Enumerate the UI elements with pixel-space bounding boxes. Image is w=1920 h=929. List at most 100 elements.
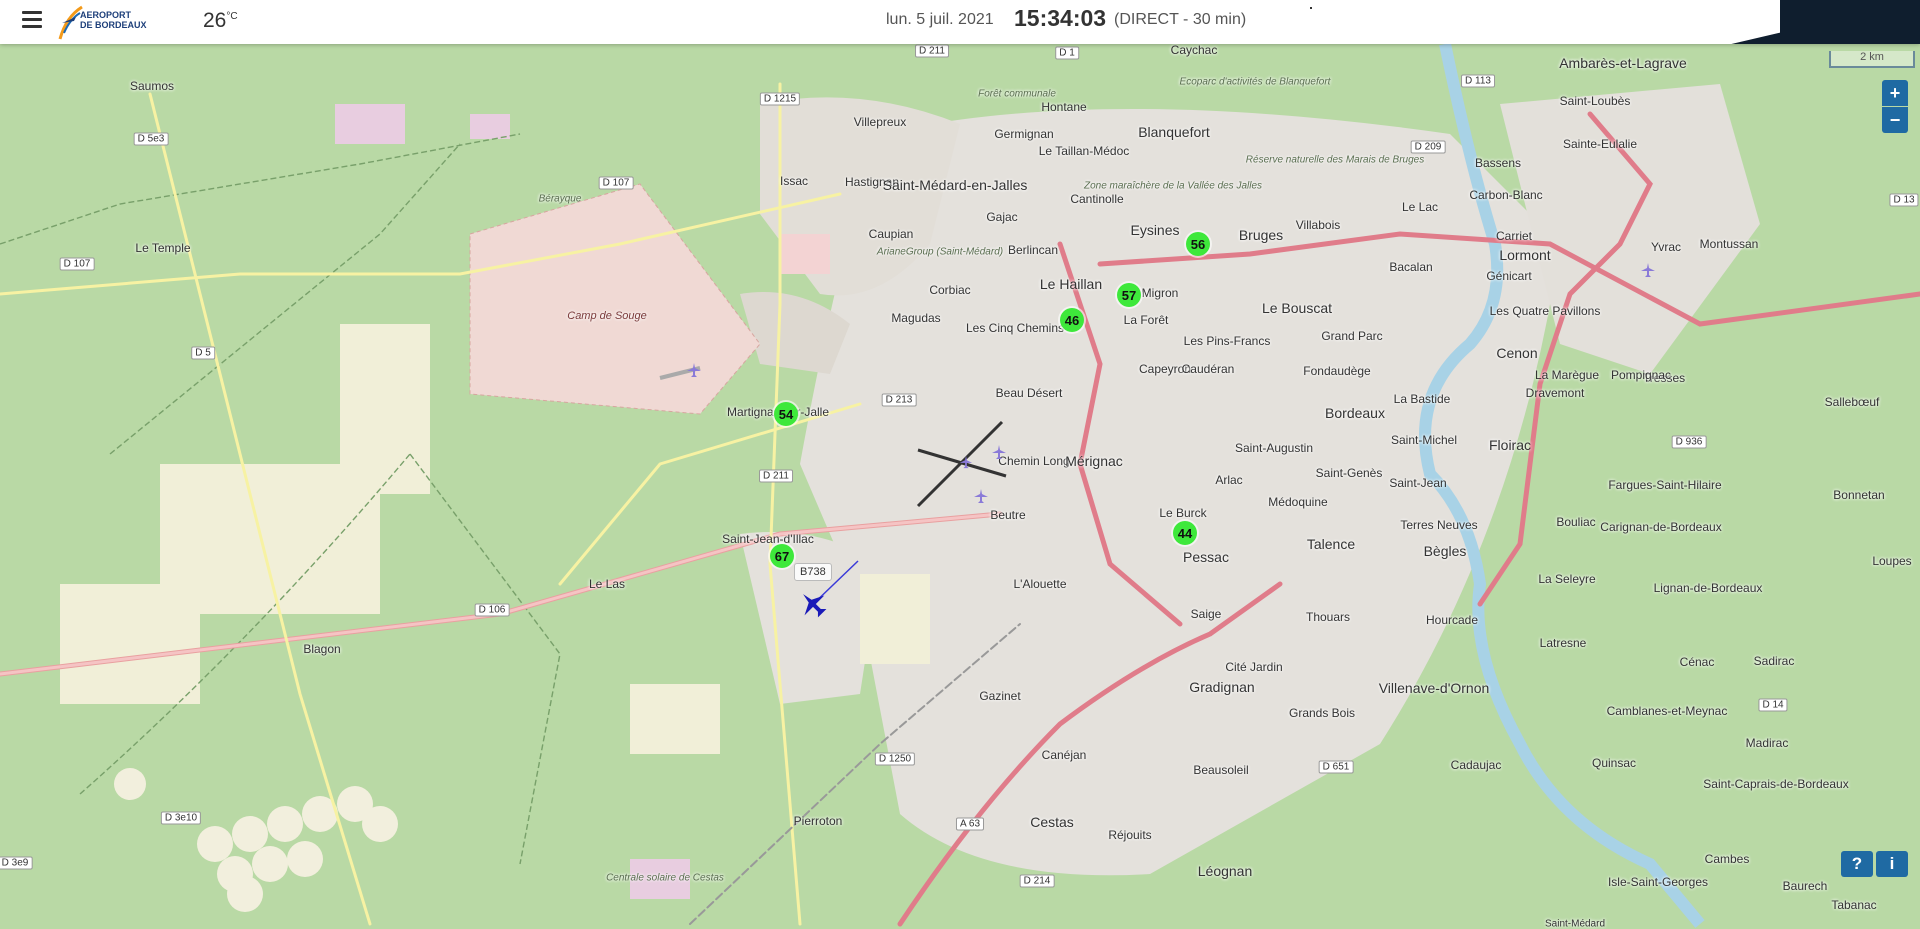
place-label: Pessac bbox=[1183, 549, 1229, 565]
place-label: Grands Bois bbox=[1288, 706, 1356, 720]
place-label: Saint-Jean bbox=[1389, 476, 1447, 490]
noise-marker[interactable]: 44 bbox=[1173, 521, 1197, 545]
help-button[interactable]: ? bbox=[1841, 851, 1873, 877]
place-label: Saumos bbox=[129, 79, 175, 93]
place-label: Montussan bbox=[1699, 237, 1759, 251]
place-label: Gazinet bbox=[979, 689, 1021, 703]
place-label: Tabanac bbox=[1831, 898, 1877, 912]
place-label: Caupian bbox=[868, 227, 914, 241]
place-label: Sainte-Eulalie bbox=[1562, 137, 1638, 151]
aircraft-icon[interactable] bbox=[798, 589, 828, 619]
place-label: Villenave-d'Ornon bbox=[1378, 680, 1490, 696]
place-label: Thouars bbox=[1305, 610, 1351, 624]
noise-marker[interactable]: 56 bbox=[1186, 232, 1210, 256]
road-shield: D 3e10 bbox=[160, 811, 202, 825]
place-label: Sadirac bbox=[1753, 654, 1795, 668]
decorative-dot bbox=[1310, 7, 1312, 9]
place-label: Talence bbox=[1306, 536, 1356, 552]
map-annotation: ArianeGroup (Saint-Médard) bbox=[876, 246, 1004, 258]
place-label: Fondaudège bbox=[1303, 364, 1371, 378]
road-shield: D 1 bbox=[1055, 46, 1079, 60]
place-label: Les Cinq Chemins bbox=[965, 321, 1065, 335]
road-shield: D 14 bbox=[1758, 698, 1788, 712]
place-label: Bruges bbox=[1238, 227, 1284, 243]
place-label: Cenon bbox=[1496, 345, 1538, 361]
place-label: Saint-Jean-d'Illac bbox=[722, 532, 814, 546]
flight-label[interactable]: B738 bbox=[794, 563, 832, 581]
place-label: Blanquefort bbox=[1138, 124, 1210, 140]
road-shield: D 936 bbox=[1671, 435, 1707, 449]
place-label: Bègles bbox=[1423, 543, 1467, 559]
place-label: Saige bbox=[1190, 607, 1222, 621]
place-label: Le Temple bbox=[135, 241, 191, 255]
info-button[interactable]: i bbox=[1876, 851, 1908, 877]
logo-line-2: DE BORDEAUX bbox=[80, 20, 147, 30]
airfield-icon bbox=[687, 363, 701, 377]
logo-line-1: AEROPORT bbox=[80, 10, 132, 20]
zoom-in-button[interactable]: + bbox=[1882, 80, 1908, 106]
place-label: Germignan bbox=[994, 127, 1054, 141]
place-label: Dravemont bbox=[1525, 386, 1585, 400]
noise-marker[interactable]: 46 bbox=[1060, 308, 1084, 332]
place-label: Cambes bbox=[1704, 852, 1750, 866]
road-shield: D 214 bbox=[1019, 874, 1055, 888]
map-annotation: Bérayque bbox=[538, 193, 582, 205]
road-shield: D 209 bbox=[1410, 140, 1446, 154]
place-label: Saint-Michel bbox=[1390, 433, 1458, 447]
road-shield: D 5e3 bbox=[133, 132, 169, 146]
place-label: Bonnetan bbox=[1833, 488, 1885, 502]
place-label: Cestas bbox=[1030, 814, 1074, 830]
place-label: Floirac bbox=[1488, 437, 1532, 453]
place-label: Terres Neuves bbox=[1400, 518, 1478, 532]
place-label: Bouliac bbox=[1556, 515, 1596, 529]
current-date: lun. 5 juil. 2021 bbox=[886, 11, 994, 28]
place-label: Génicart bbox=[1486, 269, 1532, 283]
place-label: Le Taillan-Médoc bbox=[1038, 144, 1130, 158]
place-label: Berlincan bbox=[1007, 243, 1059, 257]
place-label: Loupes bbox=[1872, 554, 1912, 568]
airport-icon bbox=[1641, 263, 1655, 277]
zoom-out-button[interactable]: − bbox=[1882, 107, 1908, 133]
place-label: Carbon-Blanc bbox=[1469, 188, 1543, 202]
map-view[interactable]: Saumos Le Temple Blagon Le Las Pierroton… bbox=[0, 44, 1920, 929]
place-label: La Forêt bbox=[1123, 313, 1169, 327]
top-bar: AEROPORT DE BORDEAUX 26°C lun. 5 juil. 2… bbox=[0, 0, 1920, 44]
place-label: Beutre bbox=[990, 508, 1026, 522]
place-label: Beausoleil bbox=[1193, 763, 1249, 777]
place-label: Cantinolle bbox=[1070, 192, 1124, 206]
live-mode-label[interactable]: (DIRECT - 30 min) bbox=[1114, 11, 1246, 29]
road-shield: D 211 bbox=[915, 44, 949, 58]
noise-marker[interactable]: 57 bbox=[1117, 283, 1141, 307]
place-label: Blagon bbox=[303, 642, 341, 656]
place-label: Migron bbox=[1141, 286, 1179, 300]
place-label: Villabois bbox=[1295, 218, 1341, 232]
road-shield: D 113 bbox=[1461, 74, 1495, 88]
place-label: Magudas bbox=[891, 311, 941, 325]
map-annotation: Forêt communale bbox=[978, 88, 1056, 100]
place-label: Madirac bbox=[1745, 736, 1789, 750]
place-label: Caudéran bbox=[1181, 362, 1235, 376]
airport-icon bbox=[959, 455, 973, 469]
place-label: Le Lac bbox=[1401, 200, 1439, 214]
place-label: Saint-Augustin bbox=[1234, 441, 1314, 455]
airport-icon bbox=[992, 445, 1006, 459]
road-shield: D 213 bbox=[881, 393, 917, 407]
place-label: Saint-Caprais-de-Bordeaux bbox=[1703, 777, 1849, 791]
place-label: Latresne bbox=[1539, 636, 1587, 650]
place-label: Mérignac bbox=[1065, 453, 1123, 469]
airport-icon bbox=[974, 489, 988, 503]
corner-panel-solid bbox=[1780, 0, 1920, 44]
place-label: Gradignan bbox=[1189, 679, 1255, 695]
road-shield: D 211 bbox=[759, 469, 793, 483]
place-label: Quinsac bbox=[1591, 756, 1637, 770]
temperature-unit: °C bbox=[226, 11, 238, 22]
place-label: Le Las bbox=[588, 577, 626, 591]
place-label: Isle-Saint-Georges bbox=[1607, 875, 1709, 889]
noise-marker[interactable]: 54 bbox=[774, 402, 798, 426]
airport-logo[interactable]: AEROPORT DE BORDEAUX bbox=[58, 3, 158, 41]
road-shield: D 5 bbox=[191, 346, 215, 360]
place-label: Beau Désert bbox=[995, 386, 1063, 400]
current-time: 15:34:03 bbox=[1014, 5, 1107, 31]
menu-icon[interactable] bbox=[22, 11, 42, 31]
place-label: Cité Jardin bbox=[1225, 660, 1283, 674]
